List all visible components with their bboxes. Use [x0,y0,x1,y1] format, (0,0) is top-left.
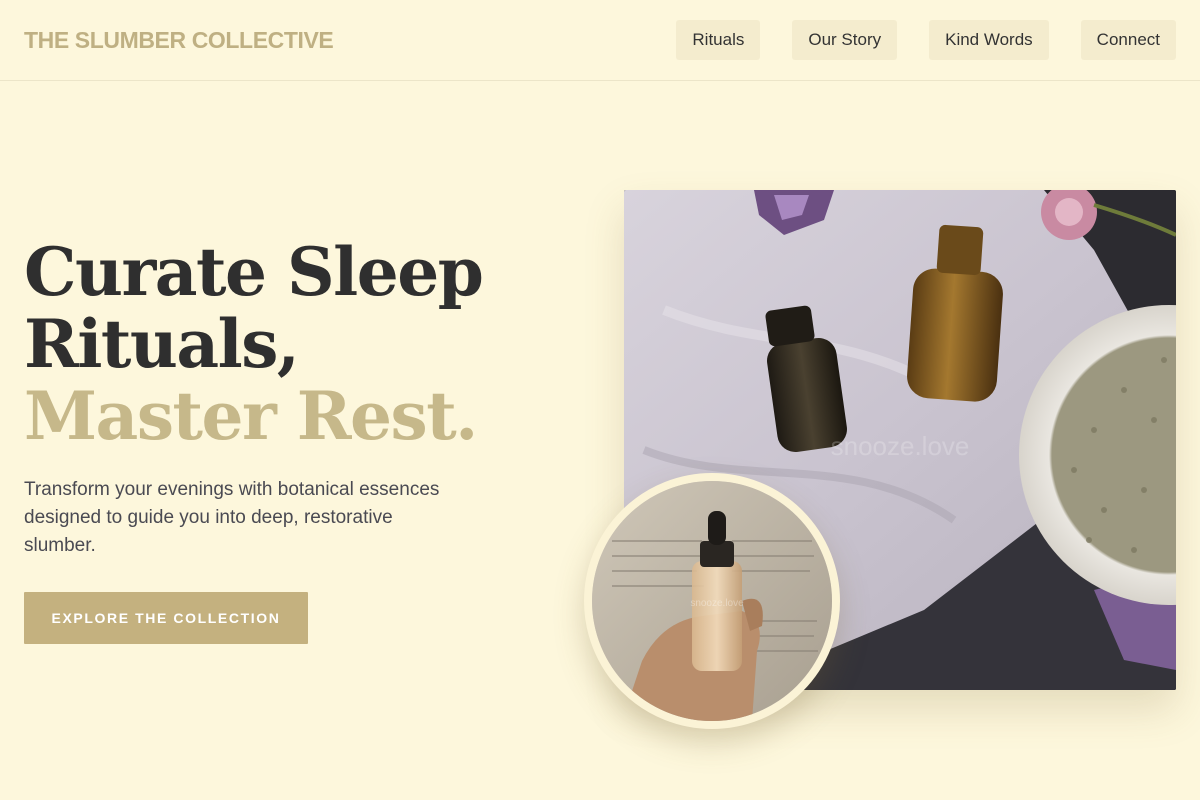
explore-collection-button[interactable]: EXPLORE THE COLLECTION [24,592,308,644]
hero-title-line-1: Curate Sleep [24,233,484,311]
nav-rituals[interactable]: Rituals [676,20,761,60]
hero-title-line-2: Rituals, [24,305,300,383]
nav-our-story[interactable]: Our Story [792,20,898,60]
nav-connect[interactable]: Connect [1080,20,1176,60]
nav-kind-words[interactable]: Kind Words [929,20,1049,60]
dropper-bottle-photo: snooze.love [584,473,840,729]
hero-title-accent: Master Rest. [24,377,478,455]
main-nav: Rituals Our Story Kind Words Connect [676,20,1176,60]
hero-description: Transform your evenings with botanical e… [24,479,440,556]
brand-logo[interactable]: THE SLUMBER COLLECTIVE [24,27,334,54]
main-photo-watermark: snooze.love [831,431,970,461]
circle-photo-watermark: snooze.love [690,598,744,609]
hero-title: Curate Sleep Rituals, Master Rest. [24,233,484,455]
site-header: THE SLUMBER COLLECTIVE Rituals Our Story… [0,0,1200,81]
